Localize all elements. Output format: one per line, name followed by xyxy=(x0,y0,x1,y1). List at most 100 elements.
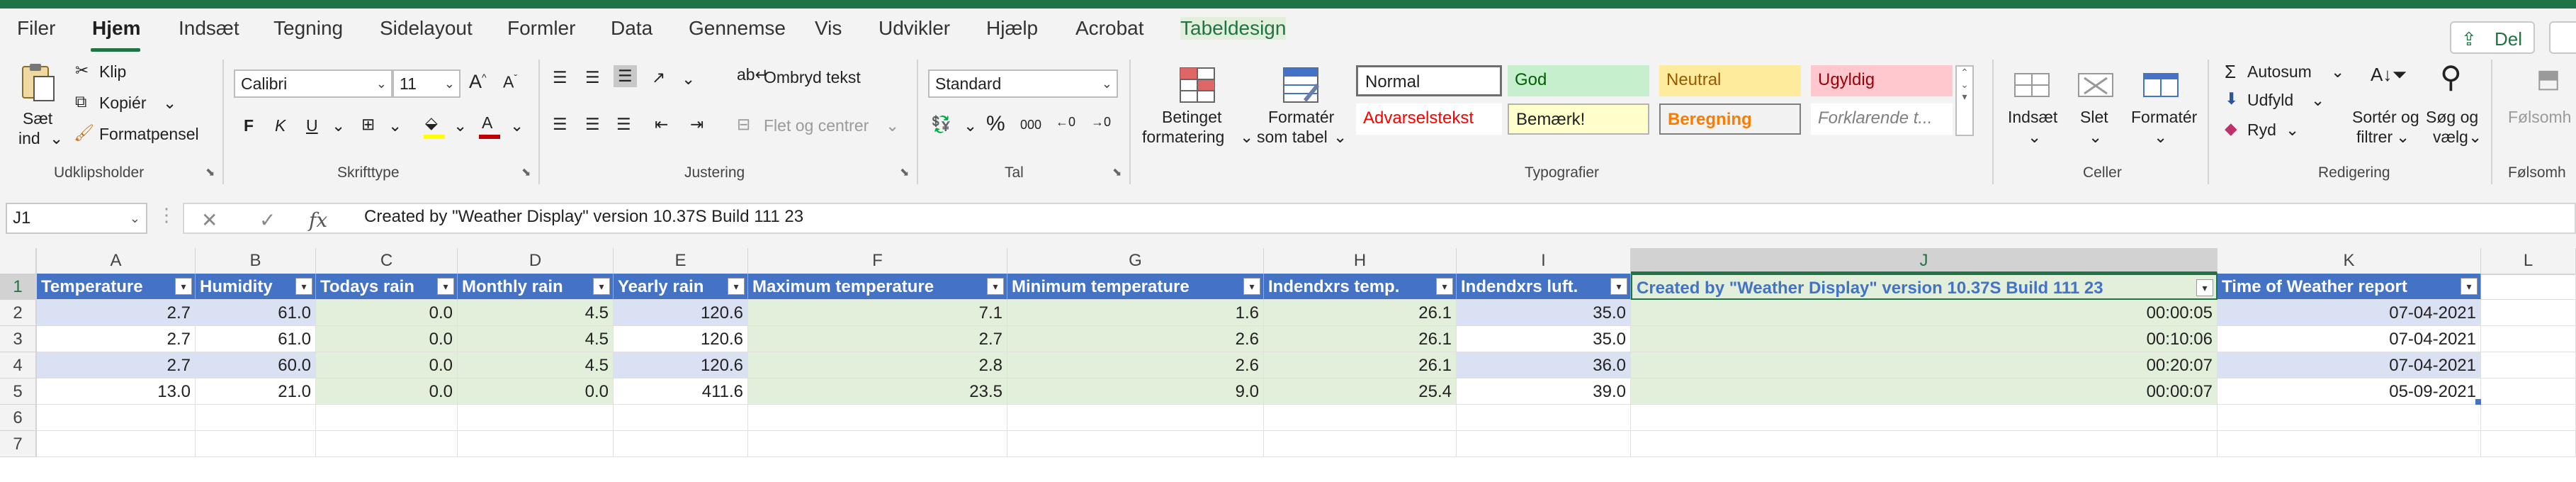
conditional-formatting-button[interactable]: Betinget xyxy=(1162,108,1221,127)
table-cell[interactable]: 26.1 xyxy=(1264,300,1457,326)
empty-cell[interactable] xyxy=(196,405,316,431)
filter-dropdown-icon[interactable]: ▾ xyxy=(593,278,610,295)
table-cell[interactable]: 00:20:07 xyxy=(1631,352,2218,379)
formula-input-area[interactable]: ✕ ✓ fx Created by "Weather Display" vers… xyxy=(183,203,2576,234)
column-header-a[interactable]: A xyxy=(37,248,196,274)
column-header-f[interactable]: F xyxy=(748,248,1007,274)
font-size-combo[interactable]: 11 ⌄ xyxy=(392,69,461,98)
table-cell[interactable]: 2.7 xyxy=(37,300,196,326)
column-header-j[interactable]: J xyxy=(1631,248,2218,274)
table-cell[interactable]: 61.0 xyxy=(196,326,316,352)
paste-dropdown[interactable]: ind xyxy=(18,129,40,148)
table-cell[interactable]: 61.0 xyxy=(196,300,316,326)
paste-button[interactable]: Sæt xyxy=(23,109,52,128)
align-top-icon[interactable]: ☰ xyxy=(553,68,567,87)
filter-dropdown-icon[interactable]: ▾ xyxy=(2461,278,2478,295)
empty-cell[interactable] xyxy=(748,431,1007,457)
table-cell[interactable]: 05-09-2021 xyxy=(2218,379,2481,405)
percent-icon[interactable]: % xyxy=(986,112,1005,136)
table-header-cell[interactable]: Yearly rain ▾ xyxy=(614,274,748,300)
table-cell[interactable]: 120.6 xyxy=(614,326,748,352)
empty-cell[interactable] xyxy=(37,431,196,457)
cancel-icon[interactable]: ✕ xyxy=(201,208,218,232)
filter-dropdown-icon[interactable]: ▾ xyxy=(1436,278,1453,295)
formula-input[interactable]: Created by "Weather Display" version 10.… xyxy=(364,207,803,227)
table-cell[interactable]: 4.5 xyxy=(458,300,614,326)
orientation-icon[interactable]: ↗ xyxy=(652,68,665,87)
table-cell[interactable]: 0.0 xyxy=(458,379,614,405)
row-header-2[interactable]: 2 xyxy=(0,300,37,326)
table-header-cell[interactable]: Maximum temperature ▾ xyxy=(748,274,1007,300)
table-cell[interactable]: 13.0 xyxy=(37,379,196,405)
bold-button[interactable]: F xyxy=(244,116,254,135)
empty-cell[interactable] xyxy=(1007,405,1264,431)
format-cells-button[interactable]: Formatér xyxy=(2131,108,2197,127)
align-left-icon[interactable]: ☰ xyxy=(553,115,567,134)
table-cell[interactable]: 07-04-2021 xyxy=(2218,300,2481,326)
tab-formulas[interactable]: Formler xyxy=(507,17,575,40)
column-header-c[interactable]: C xyxy=(316,248,458,274)
borders-icon[interactable]: ⊞ xyxy=(361,115,375,134)
table-cell[interactable]: 0.0 xyxy=(316,379,458,405)
empty-cell[interactable] xyxy=(2218,405,2481,431)
number-format-combo[interactable]: Standard ⌄ xyxy=(928,69,1118,98)
empty-cell[interactable] xyxy=(2481,352,2576,379)
column-header-g[interactable]: G xyxy=(1007,248,1264,274)
table-header-cell[interactable]: Time of Weather report ▾ xyxy=(2218,274,2481,300)
tab-page-layout[interactable]: Sidelayout xyxy=(380,17,473,40)
font-name-combo[interactable]: Calibri ⌄ xyxy=(234,69,392,98)
table-header-cell[interactable]: Temperature ▾ xyxy=(37,274,196,300)
filter-dropdown-icon[interactable]: ▾ xyxy=(728,278,745,295)
name-box[interactable]: J1 ⌄ xyxy=(6,203,147,234)
table-cell[interactable]: 35.0 xyxy=(1457,300,1631,326)
insert-function-icon[interactable]: fx xyxy=(309,208,327,232)
find-select-button[interactable]: Søg og xyxy=(2426,108,2478,127)
decrease-font-icon[interactable]: Aˇ xyxy=(503,72,517,92)
empty-cell[interactable] xyxy=(748,405,1007,431)
table-cell[interactable]: 4.5 xyxy=(458,326,614,352)
table-cell[interactable]: 0.0 xyxy=(316,300,458,326)
share-button[interactable]: ⇪ Del xyxy=(2450,21,2535,54)
empty-cell[interactable] xyxy=(2481,379,2576,405)
tab-draw[interactable]: Tegning xyxy=(273,17,343,40)
table-header-cell[interactable]: Indendxrs luft. ▾ xyxy=(1457,274,1631,300)
table-cell[interactable]: 36.0 xyxy=(1457,352,1631,379)
cut-button[interactable]: Klip xyxy=(99,62,126,82)
increase-decimal-icon[interactable]: ←0 xyxy=(1056,115,1075,130)
row-header-6[interactable]: 6 xyxy=(0,405,37,431)
clear-button[interactable]: Ryd xyxy=(2247,120,2276,140)
empty-cell[interactable] xyxy=(1457,431,1631,457)
select-all-corner[interactable] xyxy=(0,248,37,274)
decrease-indent-icon[interactable]: ⇤ xyxy=(655,115,668,134)
sensitivity-button[interactable]: Følsomh xyxy=(2508,108,2571,127)
align-center-icon[interactable]: ☰ xyxy=(585,115,600,134)
insert-cells-button[interactable]: Indsæt xyxy=(2008,108,2057,127)
table-cell[interactable]: 23.5 xyxy=(748,379,1007,405)
fill-button[interactable]: Udfyld xyxy=(2247,91,2293,110)
table-cell[interactable]: 0.0 xyxy=(316,352,458,379)
table-cell[interactable]: 35.0 xyxy=(1457,326,1631,352)
table-cell[interactable]: 4.5 xyxy=(458,352,614,379)
table-cell[interactable]: 26.1 xyxy=(1264,326,1457,352)
enter-icon[interactable]: ✓ xyxy=(259,208,276,232)
column-header-l[interactable]: L xyxy=(2481,248,2576,274)
style-bad[interactable]: Ugyldig xyxy=(1811,65,1953,96)
tab-acrobat[interactable]: Acrobat xyxy=(1075,17,1144,40)
merge-center-button[interactable]: Flet og centrer xyxy=(764,116,869,135)
table-resize-handle[interactable] xyxy=(2475,399,2481,405)
sort-filter-button[interactable]: Sortér og xyxy=(2352,108,2419,127)
empty-cell[interactable] xyxy=(37,405,196,431)
style-warning-text[interactable]: Advarselstekst xyxy=(1356,103,1502,135)
empty-cell[interactable] xyxy=(196,431,316,457)
delete-cells-button[interactable]: Slet xyxy=(2080,108,2108,127)
table-header-cell[interactable]: Indendxrs temp. ▾ xyxy=(1264,274,1457,300)
table-cell[interactable]: 00:10:06 xyxy=(1631,326,2218,352)
tab-home[interactable]: Hjem xyxy=(92,17,140,40)
format-as-table-button[interactable]: Formatér xyxy=(1268,108,1334,127)
empty-cell[interactable] xyxy=(458,431,614,457)
empty-cell[interactable] xyxy=(614,405,748,431)
launcher-icon[interactable]: ⬊ xyxy=(900,167,911,179)
row-header-1[interactable]: 1 xyxy=(0,274,37,300)
table-cell[interactable]: 25.4 xyxy=(1264,379,1457,405)
table-cell[interactable]: 00:00:05 xyxy=(1631,300,2218,326)
